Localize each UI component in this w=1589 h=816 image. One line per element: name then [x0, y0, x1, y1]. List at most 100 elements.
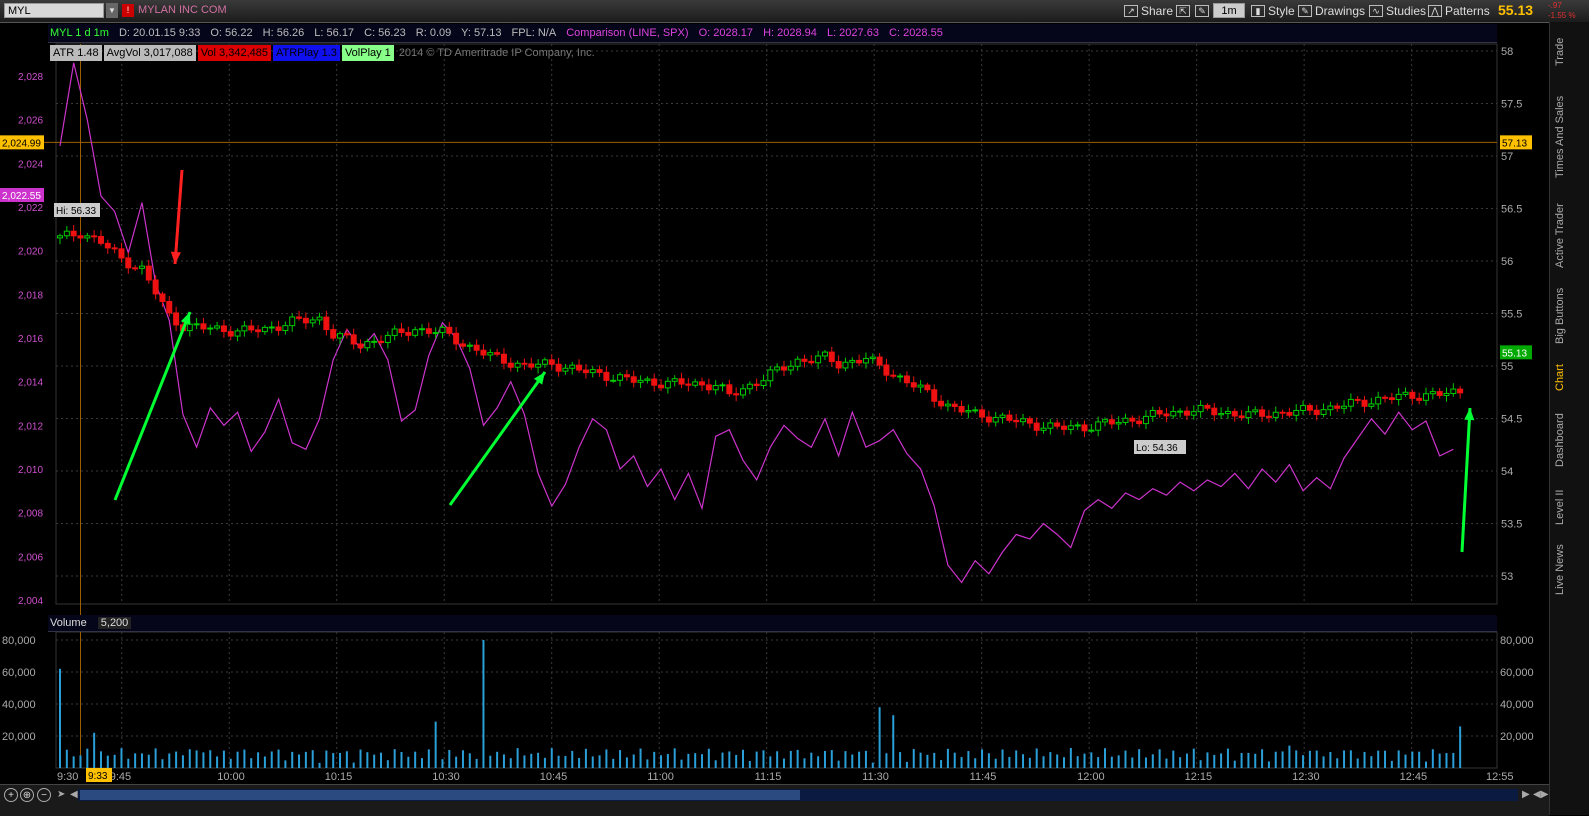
candle-body: [821, 351, 828, 357]
volume-pane-header: Volume 5,200: [48, 615, 1497, 632]
volume-bar: [1438, 753, 1441, 768]
symbol-dropdown-icon[interactable]: ▼: [106, 3, 118, 18]
candle-body: [699, 381, 706, 386]
symbol-input[interactable]: MYL: [4, 3, 104, 18]
candle-body: [1020, 418, 1027, 423]
scrollbar-thumb[interactable]: [80, 790, 800, 800]
candle-body: [268, 326, 275, 329]
volplay-label[interactable]: VolPlay 1: [341, 45, 394, 61]
right-tick-label: 56.5: [1501, 204, 1522, 216]
tab-chart[interactable]: Chart: [1550, 356, 1570, 400]
volume-bar: [926, 754, 929, 768]
tab-active-trader[interactable]: Active Trader: [1550, 196, 1570, 276]
volume-bar: [940, 760, 943, 768]
volume-bar: [250, 758, 253, 768]
pointer-icon[interactable]: ➤: [57, 789, 65, 800]
style-button[interactable]: ▮ Style: [1251, 2, 1295, 20]
candle-body: [1040, 427, 1047, 431]
volume-bar: [1226, 748, 1229, 768]
candle-body: [138, 265, 145, 269]
scroll-right-icon[interactable]: ▶: [1522, 789, 1530, 800]
candle-body: [958, 406, 965, 413]
atrplay-label[interactable]: ATRPlay 1.3: [273, 45, 340, 61]
volume-bar: [789, 750, 792, 768]
volume-bar: [1008, 756, 1011, 768]
candle-body: [548, 359, 555, 365]
atr-label[interactable]: ATR 1.48: [50, 45, 102, 61]
share-button[interactable]: ↗ Share: [1124, 2, 1173, 20]
volume-bar: [1247, 752, 1250, 768]
tab-level-ii[interactable]: Level II: [1550, 480, 1570, 534]
volume-bar: [1063, 757, 1066, 768]
candle-body: [576, 364, 583, 371]
candle-body: [418, 328, 425, 331]
tab-big-buttons[interactable]: Big Buttons: [1550, 280, 1570, 352]
patterns-button[interactable]: ⋀ Patterns: [1428, 2, 1490, 20]
expand-icon[interactable]: ◀▶: [1533, 789, 1548, 800]
price-chart[interactable]: 9:30 9:45 10:00 10:15 10:30 10:45 11:00 11:15 11…: [0, 22, 1549, 806]
candle-body: [1354, 398, 1361, 401]
tab-live-news[interactable]: Live News: [1550, 538, 1570, 602]
zoom-fit-icon[interactable]: +: [4, 788, 18, 802]
candle-body: [644, 378, 651, 381]
candle-body: [876, 356, 883, 366]
candle-body: [712, 384, 719, 391]
candle-body: [350, 334, 357, 345]
candle-body: [1293, 409, 1300, 416]
candle-body: [1436, 391, 1443, 396]
pointer-tool-button[interactable]: ⇱: [1176, 2, 1190, 20]
candle-body: [541, 359, 548, 365]
candle-body: [473, 344, 480, 351]
volume-bar: [304, 751, 307, 768]
left-tick-label: 2,012: [18, 421, 43, 432]
tab-dashboard[interactable]: Dashboard: [1550, 404, 1570, 476]
candle-body: [391, 328, 398, 336]
volume-bar: [714, 760, 717, 768]
candle-body: [535, 363, 542, 368]
tab-times-and-sales[interactable]: Times And Sales: [1550, 82, 1570, 192]
candle-body: [152, 279, 159, 295]
tab-trade[interactable]: Trade: [1550, 26, 1570, 78]
x-tick-label: 10:15: [325, 771, 353, 783]
volume-bar: [140, 753, 143, 768]
volume-bar: [175, 751, 178, 768]
right-tick-label: 57.5: [1501, 99, 1522, 111]
candle-body: [1047, 422, 1054, 429]
candle-body: [924, 384, 931, 391]
volume-tick-left: 60,000: [2, 667, 36, 679]
volume-bar: [1103, 748, 1106, 768]
candle-body: [364, 341, 371, 349]
studies-button[interactable]: ∿ Studies: [1369, 2, 1426, 20]
volume-bar: [1295, 750, 1298, 768]
volume-bar: [195, 750, 198, 768]
candle-body: [979, 409, 986, 418]
volume-bar: [1172, 750, 1175, 768]
scroll-left-icon[interactable]: ◀: [70, 789, 78, 800]
candle-body: [856, 359, 863, 364]
volume-label: Volume: [50, 617, 87, 629]
vol-label[interactable]: Vol 3,342,485: [197, 45, 271, 61]
right-tick-label: 57: [1501, 151, 1513, 163]
candle-body: [1306, 405, 1313, 411]
volume-bar: [844, 751, 847, 768]
zoom-in-icon[interactable]: ⊕: [20, 788, 34, 802]
zoom-out-icon[interactable]: −: [37, 788, 51, 802]
drawings-button[interactable]: ✎ Drawings: [1298, 2, 1365, 20]
green-arrow: [448, 371, 547, 506]
volume-bar: [1117, 755, 1120, 768]
volume-bar: [1069, 748, 1072, 768]
avgvol-label[interactable]: AvgVol 3,017,088: [103, 45, 196, 61]
alert-flag-icon[interactable]: !: [122, 4, 134, 17]
volume-bar: [639, 748, 642, 768]
timeframe-selector[interactable]: 1m: [1213, 3, 1245, 18]
candle-body: [1279, 411, 1286, 414]
volume-bar: [1418, 751, 1421, 768]
comparison-series: [59, 62, 1454, 584]
volume-bar: [270, 751, 273, 768]
settings-button[interactable]: ✎: [1195, 2, 1209, 20]
volume-bar: [1336, 758, 1339, 768]
candle-body: [1122, 417, 1129, 423]
volume-bar: [1397, 750, 1400, 768]
candle-body: [842, 361, 849, 369]
volume-bar: [871, 762, 874, 768]
